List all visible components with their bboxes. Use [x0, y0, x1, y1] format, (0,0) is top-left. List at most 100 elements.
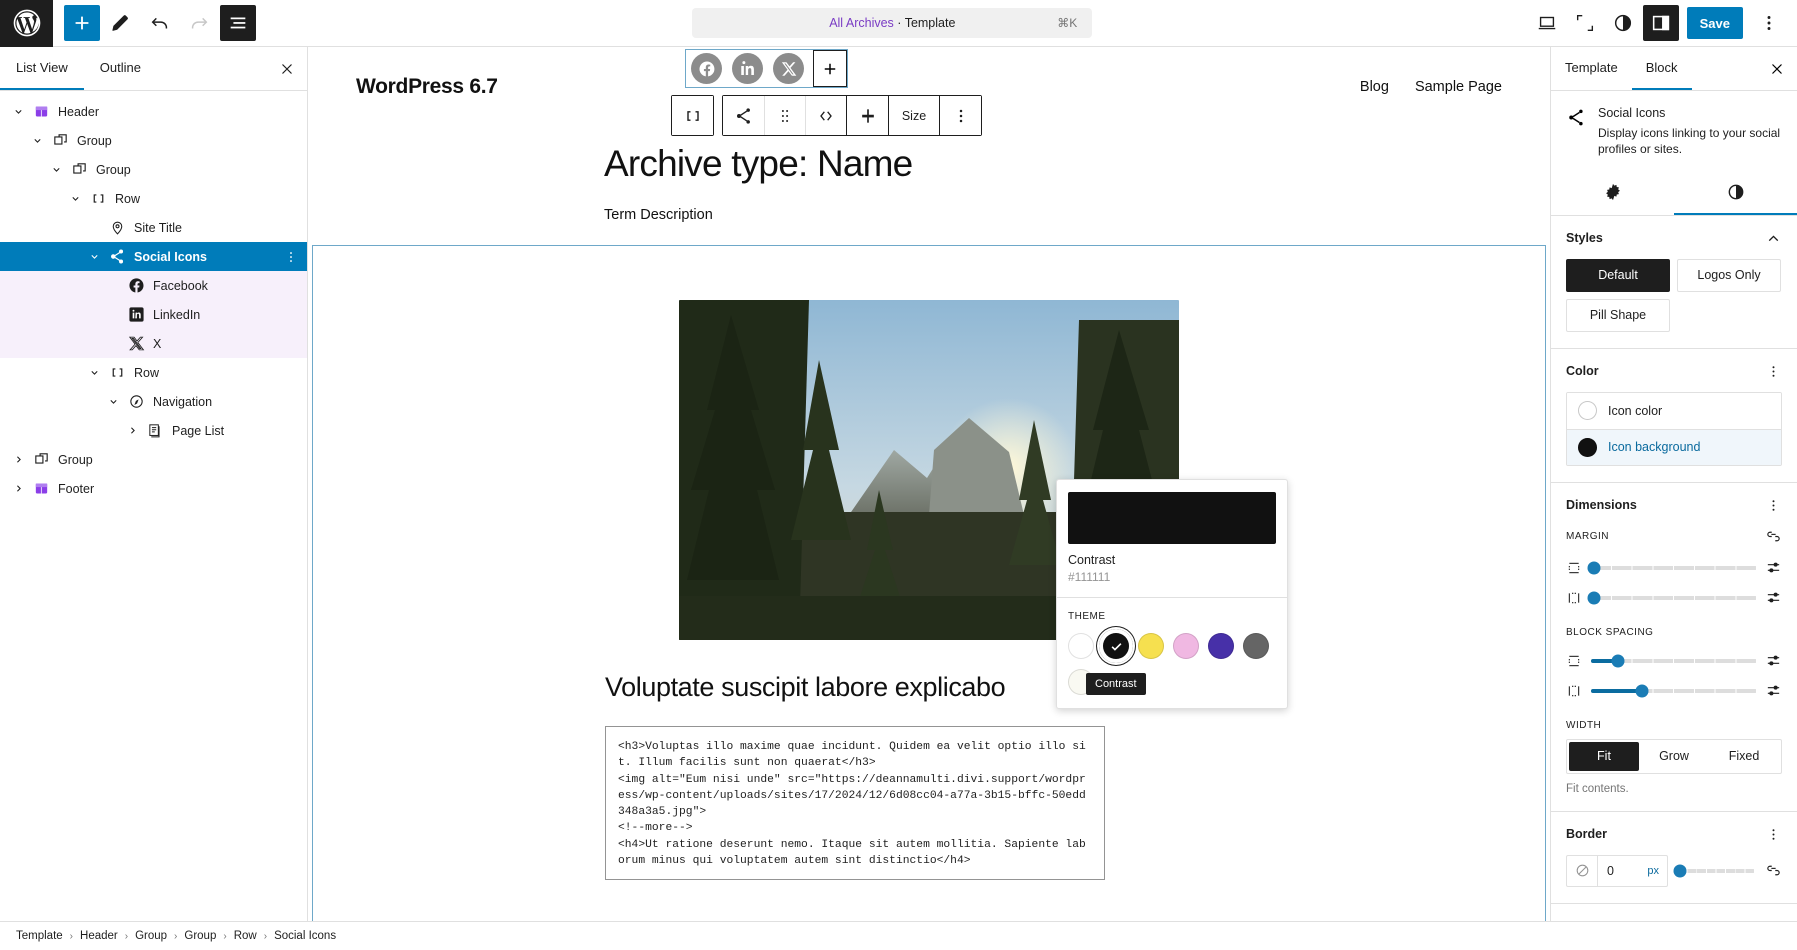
border-link-sides-icon[interactable] — [1765, 862, 1782, 879]
style-option-logos-only[interactable]: Logos Only — [1677, 259, 1781, 292]
width-option-fit[interactable]: Fit — [1569, 742, 1639, 771]
tree-item-row[interactable]: Row — [0, 184, 307, 213]
nav-link-sample-page[interactable]: Sample Page — [1415, 79, 1502, 95]
border-width-slider[interactable] — [1678, 869, 1755, 873]
block-spacing-horizontal-slider[interactable] — [1591, 689, 1757, 693]
margin-vertical-thumb[interactable] — [1588, 561, 1601, 574]
tree-item-x[interactable]: X — [0, 329, 307, 358]
palette-swatch-accent-1[interactable] — [1138, 633, 1164, 659]
block-inserter-button[interactable] — [64, 5, 100, 41]
palette-swatch-base[interactable] — [1068, 633, 1094, 659]
code-block[interactable]: <h3>Voluptas illo maxime quae incidunt. … — [605, 726, 1105, 880]
contrast-circle-icon[interactable] — [1605, 5, 1641, 41]
palette-swatch-contrast[interactable] — [1103, 633, 1129, 659]
tree-item-group[interactable]: Group — [0, 126, 307, 155]
slider-settings-icon[interactable] — [1765, 682, 1782, 699]
tree-item-group[interactable]: Group — [0, 445, 307, 474]
block-spacing-vertical-thumb[interactable] — [1611, 654, 1624, 667]
left-right-arrows-icon[interactable] — [805, 96, 846, 135]
tree-item-group[interactable]: Group — [0, 155, 307, 184]
breadcrumb-item-group[interactable]: Group — [135, 930, 167, 942]
chevron-right-icon[interactable] — [120, 424, 144, 437]
width-option-fixed[interactable]: Fixed — [1709, 742, 1779, 771]
vertical-dots-icon[interactable] — [283, 249, 299, 265]
chevron-down-icon[interactable] — [82, 250, 106, 263]
wordpress-logo-icon[interactable] — [0, 0, 53, 47]
close-icon[interactable] — [1757, 47, 1797, 90]
chevron-down-icon[interactable] — [63, 192, 87, 205]
palette-swatch-accent-4[interactable] — [1243, 633, 1269, 659]
tree-item-site-title[interactable]: Site Title — [0, 213, 307, 242]
tab-block[interactable]: Block — [1632, 47, 1692, 90]
dimensions-options-icon[interactable] — [1765, 497, 1782, 514]
chevron-down-icon[interactable] — [25, 134, 49, 147]
social-icon-x[interactable] — [773, 53, 804, 84]
breadcrumb-item-group[interactable]: Group — [184, 930, 216, 942]
tab-template[interactable]: Template — [1551, 47, 1632, 90]
expand-icon[interactable] — [1567, 5, 1603, 41]
breadcrumb-item-social-icons[interactable]: Social Icons — [274, 930, 336, 942]
drag-dots-icon[interactable] — [764, 96, 805, 135]
chevron-down-icon[interactable] — [44, 163, 68, 176]
border-slider-thumb[interactable] — [1673, 864, 1686, 877]
close-icon[interactable] — [267, 47, 307, 90]
site-title[interactable]: WordPress 6.7 — [356, 75, 498, 99]
document-title-bar[interactable]: All Archives · Template ⌘K — [692, 8, 1092, 38]
slider-settings-icon[interactable] — [1765, 652, 1782, 669]
border-options-icon[interactable] — [1765, 826, 1782, 843]
margin-horizontal-thumb[interactable] — [1588, 591, 1601, 604]
tree-item-footer[interactable]: Footer — [0, 474, 307, 503]
tab-list-view[interactable]: List View — [0, 47, 84, 90]
parent-row-block-button[interactable] — [672, 96, 713, 135]
color-options-icon[interactable] — [1765, 363, 1782, 380]
palette-swatch-accent-3[interactable] — [1208, 633, 1234, 659]
margin-horizontal-slider[interactable] — [1591, 596, 1757, 600]
chevron-down-icon[interactable] — [6, 105, 30, 118]
chevron-up-icon[interactable] — [1765, 230, 1782, 247]
tools-edit-button[interactable] — [103, 5, 139, 41]
palette-swatch-accent-2[interactable] — [1173, 633, 1199, 659]
add-social-icon-button[interactable] — [813, 50, 847, 87]
slider-settings-icon[interactable] — [1765, 589, 1782, 606]
chevron-down-icon[interactable] — [101, 395, 125, 408]
breadcrumb-item-header[interactable]: Header — [80, 930, 118, 942]
width-option-grow[interactable]: Grow — [1639, 742, 1709, 771]
border-width-unit[interactable]: px — [1647, 865, 1667, 877]
chevron-right-icon[interactable] — [6, 482, 30, 495]
no-color-icon[interactable] — [1567, 856, 1598, 886]
undo-button[interactable] — [142, 5, 178, 41]
color-option-icon-background[interactable]: Icon background — [1567, 429, 1781, 465]
style-option-default[interactable]: Default — [1566, 259, 1670, 292]
list-view-toggle-button[interactable] — [220, 5, 256, 41]
redo-button[interactable] — [181, 5, 217, 41]
link-sides-icon[interactable] — [1765, 528, 1782, 545]
sidebar-panel-icon[interactable] — [1643, 5, 1679, 41]
social-icons-block[interactable] — [686, 50, 847, 87]
tree-item-facebook[interactable]: Facebook — [0, 271, 307, 300]
block-spacing-vertical-slider[interactable] — [1591, 659, 1757, 663]
term-description[interactable]: Term Description — [604, 207, 1502, 223]
tree-item-page-list[interactable]: Page List — [0, 416, 307, 445]
laptop-icon[interactable] — [1529, 5, 1565, 41]
tree-item-row[interactable]: Row — [0, 358, 307, 387]
chevron-down-icon[interactable] — [82, 366, 106, 379]
social-icons-block-button[interactable] — [723, 96, 764, 135]
breadcrumb-item-row[interactable]: Row — [234, 930, 257, 942]
nav-link-blog[interactable]: Blog — [1360, 79, 1389, 95]
style-option-pill-shape[interactable]: Pill Shape — [1566, 299, 1670, 332]
justify-center-icon[interactable] — [847, 96, 888, 135]
tab-outline[interactable]: Outline — [84, 47, 157, 90]
block-spacing-horizontal-thumb[interactable] — [1636, 684, 1649, 697]
slider-settings-icon[interactable] — [1765, 559, 1782, 576]
color-option-icon-color[interactable]: Icon color — [1567, 393, 1781, 429]
chevron-right-icon[interactable] — [6, 453, 30, 466]
settings-tab[interactable] — [1551, 171, 1674, 215]
breadcrumb-item-template[interactable]: Template — [16, 930, 63, 942]
tree-item-header[interactable]: Header — [0, 97, 307, 126]
kebab-menu-icon[interactable] — [1751, 5, 1787, 41]
styles-tab[interactable] — [1674, 171, 1797, 215]
tree-item-navigation[interactable]: Navigation — [0, 387, 307, 416]
tree-item-linkedin[interactable]: LinkedIn — [0, 300, 307, 329]
block-more-options-icon[interactable] — [940, 96, 981, 135]
margin-vertical-slider[interactable] — [1591, 566, 1757, 570]
